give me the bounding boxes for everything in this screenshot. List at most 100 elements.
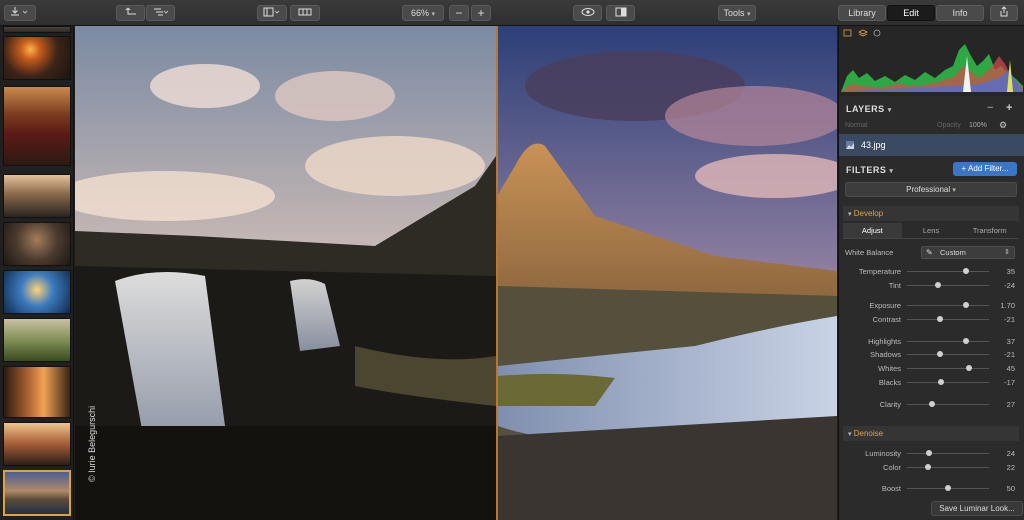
slider-knob[interactable]	[945, 485, 951, 491]
histogram-icon-row	[843, 29, 881, 37]
denoise-filter-header[interactable]: ▾ Denoise	[843, 426, 1019, 441]
filmstrip-thumbnail[interactable]	[3, 26, 71, 33]
image-icon[interactable]	[843, 29, 852, 37]
layers-icon[interactable]	[858, 29, 868, 37]
filmstrip-thumbnail[interactable]	[3, 36, 71, 80]
tab-lens[interactable]: Lens	[902, 223, 961, 238]
history-button[interactable]	[146, 5, 175, 21]
slider-track[interactable]	[907, 268, 989, 274]
slider-label: Highlights	[868, 337, 901, 346]
chevron-down-icon: ▾	[889, 168, 894, 175]
denoise-title: Denoise	[853, 429, 884, 438]
develop-filter-header[interactable]: ▾ Develop	[843, 206, 1019, 221]
slider-knob[interactable]	[928, 401, 935, 407]
save-look-button[interactable]: Save Luminar Look...	[931, 501, 1023, 516]
slider-track[interactable]	[907, 338, 989, 344]
slider-shadows[interactable]: Shadows -21	[843, 349, 1019, 361]
slider-highlights[interactable]: Highlights 37	[843, 336, 1019, 348]
filmstrip-thumbnail-selected[interactable]	[3, 470, 71, 516]
slider-knob[interactable]	[936, 316, 943, 322]
slider-temperature[interactable]: Temperature 35	[843, 266, 1019, 278]
slider-track[interactable]	[907, 379, 989, 385]
slider-knob[interactable]	[926, 450, 933, 456]
before-after-divider[interactable]	[496, 26, 498, 520]
tools-menu-button[interactable]: Tools ▾	[718, 5, 756, 21]
luminar-app: 66% ▾ − + Tools ▾ Library Edit Info © Iu…	[0, 0, 1024, 520]
slider-knob[interactable]	[963, 338, 970, 344]
slider-blacks[interactable]: Blacks -17	[843, 377, 1019, 389]
filmstrip-thumbnail[interactable]	[3, 422, 71, 466]
white-balance-select[interactable]: ✎ Custom ⇕	[921, 246, 1015, 259]
remove-layer-icon[interactable]: −	[987, 102, 994, 114]
opacity-label: Opacity	[937, 122, 961, 129]
layers-header[interactable]: LAYERS ▾ − +	[839, 98, 1024, 120]
add-filter-button[interactable]: + Add Filter...	[953, 162, 1017, 176]
mode-tab-edit[interactable]: Edit	[887, 5, 935, 21]
layer-item[interactable]: 43.jpg	[839, 134, 1024, 156]
filmstrip-thumbnail[interactable]	[3, 174, 71, 218]
slider-track[interactable]	[907, 302, 989, 308]
add-layer-icon[interactable]: +	[1006, 102, 1013, 114]
mode-tab-library[interactable]: Library	[838, 5, 886, 21]
slider-whites[interactable]: Whites 45	[843, 363, 1019, 375]
filmstrip-toggle-button[interactable]	[290, 5, 320, 21]
compare-button[interactable]	[606, 5, 635, 21]
slider-value: -24	[1004, 281, 1015, 290]
slider-track[interactable]	[907, 450, 989, 456]
slider-track[interactable]	[907, 401, 989, 407]
slider-clarity[interactable]: Clarity 27	[843, 399, 1019, 411]
slider-knob[interactable]	[936, 351, 943, 357]
zoom-in-button[interactable]: +	[471, 5, 491, 21]
slider-knob[interactable]	[963, 302, 970, 308]
slider-knob[interactable]	[925, 464, 932, 470]
slider-track[interactable]	[907, 282, 989, 288]
slider-tint[interactable]: Tint -24	[843, 280, 1019, 292]
slider-track[interactable]	[907, 351, 989, 357]
slider-track[interactable]	[907, 485, 989, 491]
slider-contrast[interactable]: Contrast -21	[843, 314, 1019, 326]
mode-tab-label: Edit	[903, 8, 919, 18]
slider-knob[interactable]	[935, 282, 942, 288]
slider-label: Boost	[881, 484, 901, 493]
zoom-select[interactable]: 66% ▾	[402, 5, 444, 21]
mode-tab-info[interactable]: Info	[936, 5, 984, 21]
slider-value: 37	[1006, 337, 1015, 346]
preview-button[interactable]	[573, 5, 602, 21]
opacity-value[interactable]: 100%	[969, 122, 987, 129]
slider-track[interactable]	[907, 316, 989, 322]
share-button[interactable]	[990, 5, 1018, 21]
import-button[interactable]	[4, 5, 36, 21]
blend-mode-select[interactable]: Normal	[845, 122, 868, 129]
filmstrip-thumbnail[interactable]	[3, 270, 71, 314]
tab-transform[interactable]: Transform	[960, 223, 1019, 238]
slider-track[interactable]	[907, 365, 989, 371]
download-icon	[11, 7, 28, 16]
tab-adjust[interactable]: Adjust	[843, 223, 902, 238]
slider-boost[interactable]: Boost 50	[843, 483, 1019, 495]
slider-knob[interactable]	[963, 268, 970, 274]
workspace-select[interactable]: Professional ▾	[845, 182, 1017, 197]
zoom-out-button[interactable]: −	[449, 5, 469, 21]
chevron-down-icon: ▾	[431, 11, 436, 18]
slider-value: 22	[1006, 463, 1015, 472]
slider-color[interactable]: Color 22	[843, 462, 1019, 474]
sidebar-toggle-button[interactable]	[257, 5, 287, 21]
landscape-photo	[75, 26, 837, 520]
filmstrip-thumbnail[interactable]	[3, 86, 71, 166]
slider-knob[interactable]	[937, 379, 944, 385]
undo-button[interactable]	[116, 5, 145, 21]
slider-exposure[interactable]: Exposure 1.70	[843, 300, 1019, 312]
filmstrip-thumbnail[interactable]	[3, 318, 71, 362]
slider-luminosity[interactable]: Luminosity 24	[843, 448, 1019, 460]
clock-icon[interactable]	[873, 29, 881, 37]
gear-icon[interactable]: ⚙	[999, 120, 1007, 131]
slider-knob[interactable]	[965, 365, 972, 371]
slider-track[interactable]	[907, 464, 989, 470]
top-toolbar: 66% ▾ − + Tools ▾ Library Edit Info	[0, 0, 1024, 26]
image-viewer[interactable]: © Iurie Belegurschi	[75, 26, 837, 520]
filmstrip-thumbnail[interactable]	[3, 366, 71, 418]
undo-icon	[125, 7, 136, 15]
mode-tab-label: Info	[952, 8, 968, 18]
filmstrip-thumbnail[interactable]	[3, 222, 71, 266]
slider-value: 50	[1006, 484, 1015, 493]
